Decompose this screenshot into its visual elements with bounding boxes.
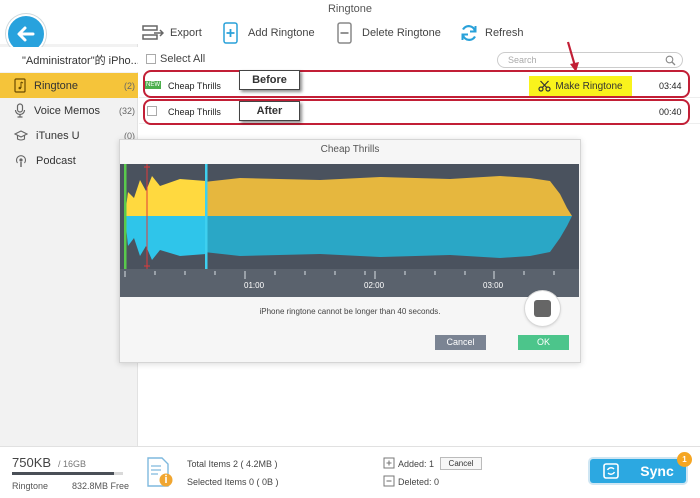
sidebar-item-podcast[interactable]: Podcast xyxy=(0,148,138,173)
cancel-sync-button[interactable]: Cancel xyxy=(440,457,482,470)
after-callout: After xyxy=(239,101,300,121)
tick-label: 03:00 xyxy=(483,281,504,290)
annotation-frame-before xyxy=(143,70,690,98)
export-icon xyxy=(142,25,164,40)
ringtone-icon xyxy=(14,78,26,93)
added-icon xyxy=(383,457,395,469)
graduation-cap-icon xyxy=(14,129,28,141)
refresh-label: Refresh xyxy=(485,27,524,39)
sidebar-item-ringtone[interactable]: Ringtone (2) xyxy=(0,73,138,98)
window-title: Ringtone xyxy=(0,0,700,18)
refresh-button[interactable]: Refresh xyxy=(459,20,524,46)
sidebar-item-voice-memos[interactable]: Voice Memos (32) xyxy=(0,98,138,123)
storage-category: Ringtone xyxy=(12,481,49,491)
dialog-title: Cheap Thrills xyxy=(320,144,380,155)
sidebar-item-count: (32) xyxy=(118,105,135,116)
delete-ringtone-label: Delete Ringtone xyxy=(362,27,441,39)
sync-count-badge: 1 xyxy=(677,452,692,467)
total-items: Total Items 2 ( 4.2MB ) xyxy=(187,459,278,469)
storage-bar xyxy=(12,472,123,475)
microphone-icon xyxy=(14,103,26,118)
refresh-icon xyxy=(461,25,477,41)
select-all-label: Select All xyxy=(160,53,206,65)
ok-button[interactable]: OK xyxy=(518,335,569,350)
sync-label: Sync xyxy=(640,463,674,479)
podcast-icon xyxy=(15,154,27,167)
info-file-icon xyxy=(147,457,173,487)
annotation-frame-after xyxy=(143,99,690,125)
search-icon xyxy=(665,55,676,66)
waveform[interactable]: 01:00 02:00 03:00 xyxy=(120,164,579,297)
export-button[interactable]: Export xyxy=(142,20,202,46)
search-placeholder: Search xyxy=(508,55,537,65)
before-callout: Before xyxy=(239,70,300,90)
search-input[interactable]: Search xyxy=(497,52,683,68)
red-arrow-icon xyxy=(566,41,579,72)
device-item[interactable]: "Administrator"的 iPho... xyxy=(0,47,138,72)
storage-bar-fill xyxy=(12,472,115,475)
sync-icon xyxy=(603,463,620,479)
added-count: Added: 1 xyxy=(398,459,435,469)
deleted-icon xyxy=(383,475,395,487)
cancel-button[interactable]: Cancel xyxy=(435,335,486,350)
sidebar-item-label: Ringtone xyxy=(34,79,79,92)
storage-used: 750KB xyxy=(12,455,52,470)
storage-free: 832.8MB Free xyxy=(72,481,130,491)
export-label: Export xyxy=(170,27,202,39)
delete-ringtone-icon xyxy=(337,22,352,44)
sidebar-item-label: iTunes U xyxy=(36,129,80,142)
delete-ringtone-button[interactable]: Delete Ringtone xyxy=(336,20,441,46)
back-arrow-icon xyxy=(17,26,35,42)
add-ringtone-button[interactable]: Add Ringtone xyxy=(222,20,315,46)
waveform-graphic xyxy=(120,164,579,297)
dialog-message: iPhone ringtone cannot be longer than 40… xyxy=(259,307,441,316)
selected-items: Selected Items 0 ( 0B ) xyxy=(187,477,279,487)
tick-label: 02:00 xyxy=(364,281,385,290)
device-name: "Administrator"的 iPho... xyxy=(22,54,138,67)
sidebar-item-itunes-u[interactable]: iTunes U (0) xyxy=(0,123,138,148)
add-ringtone-icon xyxy=(223,22,238,44)
select-all-checkbox[interactable] xyxy=(146,54,156,64)
deleted-count: Deleted: 0 xyxy=(398,477,440,487)
sidebar-item-count: (2) xyxy=(124,80,135,91)
add-ringtone-label: Add Ringtone xyxy=(248,27,315,39)
storage-capacity: / 16GB xyxy=(58,459,87,469)
sidebar-item-label: Voice Memos xyxy=(34,104,101,117)
sync-button[interactable]: Sync xyxy=(590,459,686,483)
tick-label: 01:00 xyxy=(244,281,265,290)
sidebar-item-label: Podcast xyxy=(36,154,76,167)
